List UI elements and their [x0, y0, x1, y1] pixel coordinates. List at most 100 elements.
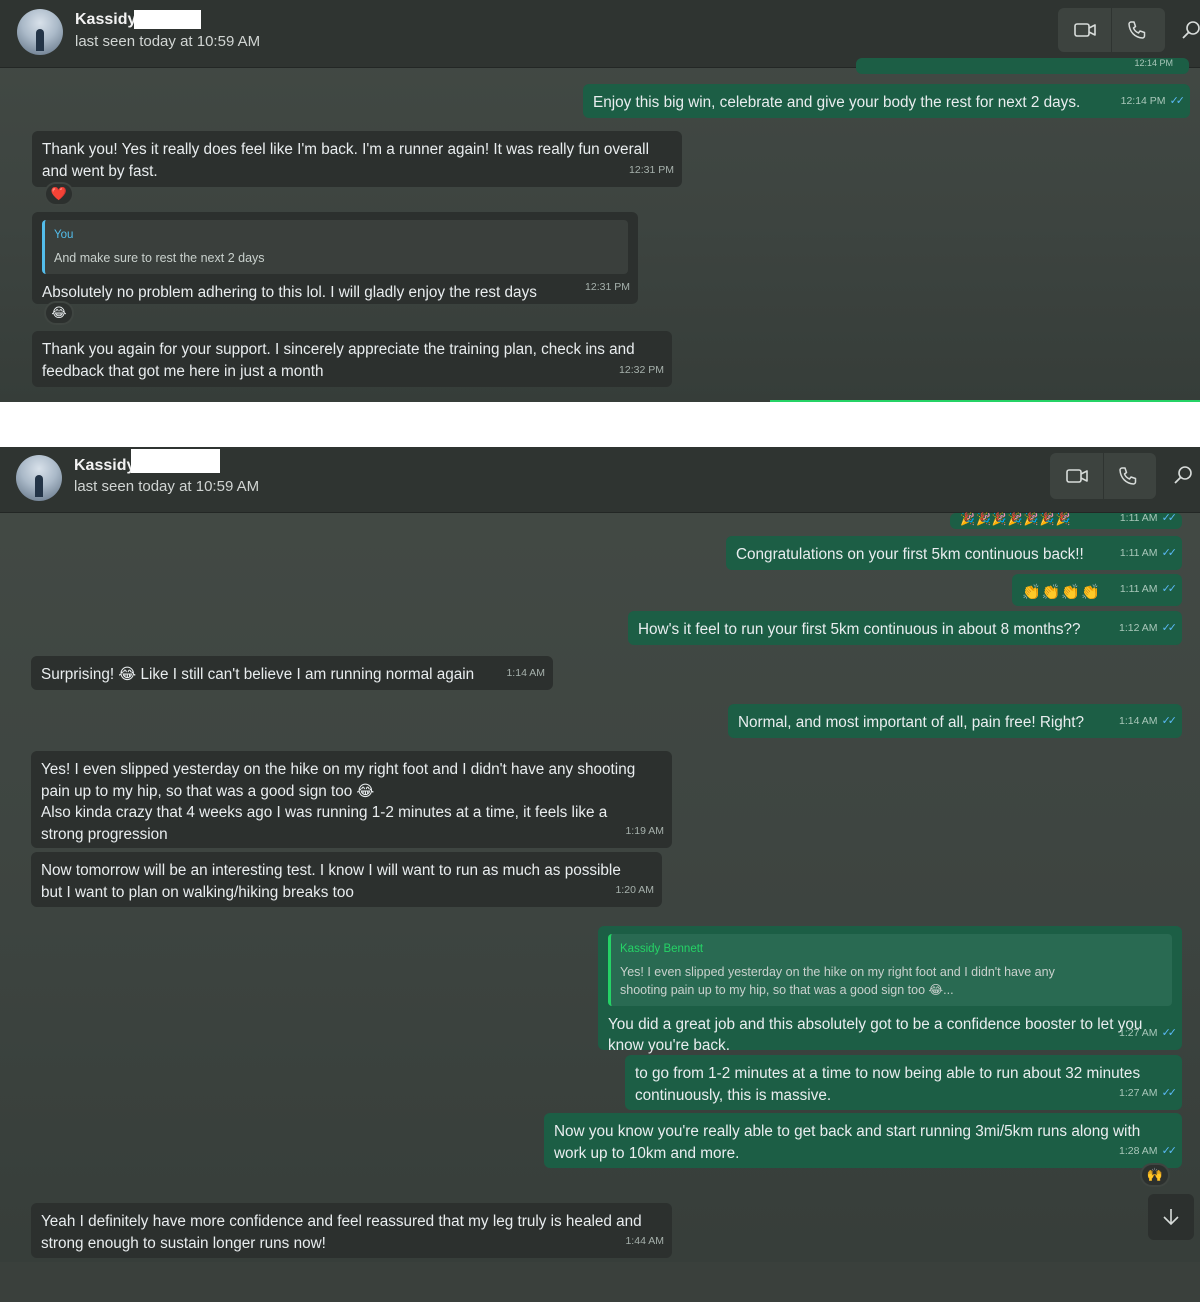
message-time: 1:11 AM	[1119, 511, 1158, 524]
call-button-group	[1050, 453, 1156, 499]
message-bubble-incoming[interactable]: Thank you again for your support. I sinc…	[32, 331, 672, 387]
contact-name[interactable]: Kassidy	[75, 11, 136, 29]
message-meta: 1:27 AM ✓✓	[1119, 1023, 1178, 1045]
message-meta: 1:28 AM ✓✓	[1119, 1141, 1178, 1163]
message-time: 1:12 AM	[1119, 621, 1158, 634]
message-meta: 1:20 AM	[615, 880, 654, 902]
double-check-icon: ✓✓	[1161, 621, 1178, 634]
message-text: Yes! I even slipped yesterday on the hik…	[41, 761, 636, 843]
double-check-icon: ✓✓	[1169, 94, 1186, 107]
message-meta: 1:12 AM ✓✓	[1119, 618, 1178, 640]
message-meta: 1:14 AM ✓✓	[1119, 711, 1178, 733]
last-seen-status: last seen today at 10:59 AM	[75, 33, 261, 50]
message-meta: 1:14 AM	[506, 663, 545, 685]
chat-window-1: Kassidy last seen today at 10:59 AM 12:1…	[0, 0, 1200, 402]
double-check-icon: ✓✓	[1161, 546, 1178, 559]
message-text: Absolutely no problem adhering to this l…	[42, 283, 537, 301]
reaction-heart[interactable]: ❤️	[44, 182, 74, 206]
chat-window-2: Kassidy last seen today at 10:59 AM 🎉🎉🎉🎉…	[0, 447, 1200, 1302]
redaction-box	[134, 10, 201, 29]
message-time: 1:27 AM	[1119, 1026, 1158, 1039]
arrow-down-icon	[1163, 1209, 1179, 1226]
quoted-author: You	[54, 229, 74, 241]
message-bubble-outgoing[interactable]: 🎉🎉🎉🎉🎉🎉🎉 1:11 AM ✓✓	[950, 512, 1182, 529]
message-bubble-outgoing[interactable]: How's it feel to run your first 5km cont…	[628, 611, 1182, 645]
message-time: 12:32 PM	[619, 363, 664, 376]
message-bubble-outgoing[interactable]: Enjoy this big win, celebrate and give y…	[583, 84, 1190, 118]
divider	[770, 400, 1200, 402]
quoted-message[interactable]: Kassidy Bennett Yes! I even slipped yest…	[608, 934, 1172, 1006]
double-check-icon: ✓✓	[1161, 714, 1178, 727]
message-time: 12:31 PM	[585, 280, 630, 293]
message-meta: 12:32 PM	[619, 360, 664, 382]
double-check-icon: ✓✓	[1161, 511, 1178, 524]
voice-call-icon[interactable]	[1116, 465, 1140, 487]
chat-header: Kassidy last seen today at 10:59 AM	[0, 447, 1200, 513]
divider	[1103, 453, 1104, 499]
last-seen-status: last seen today at 10:59 AM	[74, 478, 260, 495]
message-bubble-outgoing[interactable]: Now you know you're really able to get b…	[544, 1113, 1182, 1168]
message-bubble-outgoing[interactable]: to go from 1-2 minutes at a time to now …	[625, 1055, 1182, 1110]
message-time: 12:14 PM	[1134, 57, 1173, 68]
contact-avatar[interactable]	[17, 9, 63, 55]
reaction-laugh[interactable]: 😂	[44, 301, 74, 325]
message-text: You did a great job and this absolutely …	[608, 1015, 1143, 1055]
message-text: Now tomorrow will be an interesting test…	[41, 862, 621, 901]
double-check-icon: ✓✓	[1161, 582, 1178, 595]
message-bubble-incoming-reply[interactable]: You And make sure to rest the next 2 day…	[32, 212, 638, 304]
message-text: Congratulations on your first 5km contin…	[736, 546, 1084, 563]
search-icon[interactable]	[1174, 465, 1194, 485]
message-time: 1:27 AM	[1119, 1086, 1158, 1099]
message-bubble-incoming[interactable]: Yeah I definitely have more confidence a…	[31, 1203, 672, 1258]
message-bubble-incoming[interactable]: Now tomorrow will be an interesting test…	[31, 852, 662, 907]
voice-call-icon[interactable]	[1125, 19, 1149, 41]
redaction-box	[131, 449, 220, 473]
message-text: Yeah I definitely have more confidence a…	[41, 1213, 642, 1252]
message-meta: 1:11 AM ✓✓	[1119, 579, 1178, 601]
message-text: How's it feel to run your first 5km cont…	[638, 621, 1081, 638]
call-button-group	[1058, 8, 1165, 52]
message-text: Normal, and most important of all, pain …	[738, 714, 1085, 731]
message-meta: 12:31 PM	[585, 277, 630, 299]
message-bubble-partial[interactable]: 12:14 PM	[856, 58, 1189, 74]
message-text: Thank you! Yes it really does feel like …	[42, 141, 649, 180]
quoted-author: Kassidy Bennett	[620, 943, 704, 955]
message-text: Surprising! 😂 Like I still can't believe…	[41, 666, 475, 683]
message-time: 1:14 AM	[506, 666, 545, 679]
video-call-icon[interactable]	[1073, 19, 1097, 41]
quoted-text: And make sure to rest the next 2 days	[54, 250, 265, 265]
quoted-text: Yes! I even slipped yesterday on the hik…	[620, 964, 1055, 997]
message-time: 1:44 AM	[625, 1234, 664, 1247]
message-bubble-incoming[interactable]: Surprising! 😂 Like I still can't believe…	[31, 656, 553, 690]
message-time: 1:11 AM	[1119, 582, 1158, 595]
message-bubble-outgoing-reply[interactable]: Kassidy Bennett Yes! I even slipped yest…	[598, 926, 1182, 1054]
message-meta: 1:44 AM	[625, 1231, 664, 1253]
message-meta: 12:14 PM ✓✓	[1120, 91, 1186, 113]
scroll-to-bottom-button[interactable]	[1148, 1194, 1194, 1240]
message-time: 12:31 PM	[629, 163, 674, 176]
message-meta: 1:11 AM ✓✓	[1119, 508, 1178, 530]
divider	[1111, 8, 1112, 52]
message-bubble-outgoing[interactable]: Normal, and most important of all, pain …	[728, 704, 1182, 738]
screenshot-separator	[0, 402, 1200, 447]
double-check-icon: ✓✓	[1161, 1026, 1178, 1039]
message-text: to go from 1-2 minutes at a time to now …	[635, 1065, 1141, 1104]
search-icon[interactable]	[1182, 20, 1200, 40]
message-bubble-incoming[interactable]: Yes! I even slipped yesterday on the hik…	[31, 751, 672, 848]
message-time: 1:11 AM	[1119, 546, 1158, 559]
reaction-raised-hands[interactable]: 🙌	[1140, 1163, 1170, 1187]
double-check-icon: ✓✓	[1161, 1086, 1178, 1099]
quoted-message[interactable]: You And make sure to rest the next 2 day…	[42, 220, 628, 274]
double-check-icon: ✓✓	[1161, 1144, 1178, 1157]
message-time: 1:28 AM	[1119, 1144, 1158, 1157]
message-bubble-outgoing[interactable]: Congratulations on your first 5km contin…	[726, 536, 1182, 570]
contact-avatar[interactable]	[16, 455, 62, 501]
message-bubble-outgoing[interactable]: 👏👏👏👏 1:11 AM ✓✓	[1012, 574, 1182, 606]
message-text: Enjoy this big win, celebrate and give y…	[593, 94, 1081, 111]
message-time: 1:19 AM	[625, 824, 664, 837]
message-time: 12:14 PM	[1120, 94, 1166, 107]
contact-name[interactable]: Kassidy	[74, 457, 135, 475]
message-time: 1:14 AM	[1119, 714, 1158, 727]
message-bubble-incoming[interactable]: Thank you! Yes it really does feel like …	[32, 131, 682, 187]
video-call-icon[interactable]	[1065, 465, 1089, 487]
